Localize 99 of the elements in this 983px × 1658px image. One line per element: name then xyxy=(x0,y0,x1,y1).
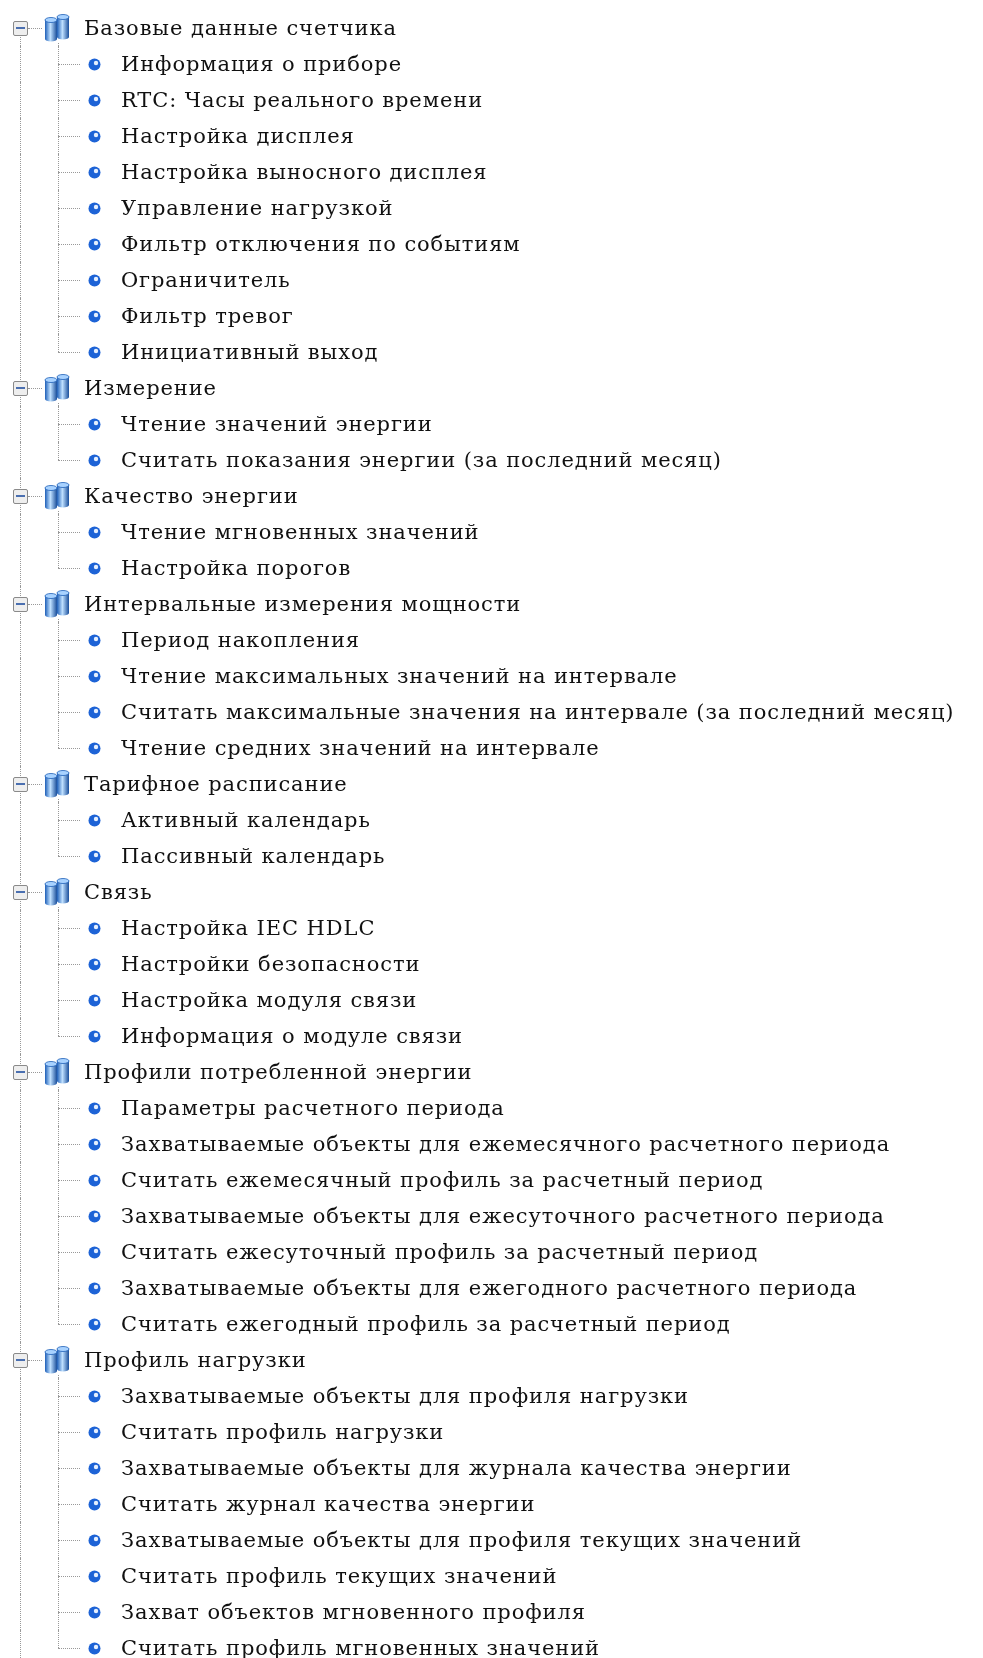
bullet-icon xyxy=(88,1497,101,1511)
bullet-icon xyxy=(88,1641,101,1655)
tree-item-label[interactable]: Фильтр отключения по событиям xyxy=(121,232,521,256)
tree-item-label[interactable]: Настройка выносного дисплея xyxy=(121,160,488,184)
tree-item-label[interactable]: Чтение значений энергии xyxy=(121,412,433,436)
bullet-icon xyxy=(88,1425,101,1439)
tree-item-label[interactable]: Считать журнал качества энергии xyxy=(121,1492,536,1516)
bullet-icon xyxy=(88,1461,101,1475)
bullet-icon xyxy=(88,921,101,935)
bullet-icon xyxy=(88,813,101,827)
bullet-icon xyxy=(88,525,101,539)
tree-item-label[interactable]: Настройка порогов xyxy=(121,556,352,580)
collapse-toggle[interactable] xyxy=(13,1064,28,1080)
database-icon xyxy=(42,770,72,798)
database-icon xyxy=(42,590,72,618)
tree-item-label[interactable]: Считать ежемесячный профиль за расчетный период xyxy=(121,1168,764,1192)
bullet-icon xyxy=(88,201,101,215)
tree-item-label[interactable]: Настройки безопасности xyxy=(121,952,421,976)
tree-item-label[interactable]: Фильтр тревог xyxy=(121,304,294,328)
database-icon xyxy=(42,482,72,510)
collapse-toggle[interactable] xyxy=(13,776,28,792)
tree-item-label[interactable]: Чтение максимальных значений на интервале xyxy=(121,664,678,688)
collapse-toggle[interactable] xyxy=(13,488,28,504)
tree-group-label[interactable]: Профили потребленной энергии xyxy=(84,1060,473,1084)
tree-item-label[interactable]: Ограничитель xyxy=(121,268,291,292)
tree-item-label[interactable]: Захватываемые объекты для профиля нагрузки xyxy=(121,1384,689,1408)
bullet-icon xyxy=(88,129,101,143)
tree-item-label[interactable]: Настройка дисплея xyxy=(121,124,355,148)
database-icon xyxy=(42,374,72,402)
tree-group-label[interactable]: Тарифное расписание xyxy=(84,772,348,796)
tree-group-label[interactable]: Интервальные измерения мощности xyxy=(84,592,522,616)
tree-item-label[interactable]: Захватываемые объекты для журнала качества энергии xyxy=(121,1456,792,1480)
bullet-icon xyxy=(88,165,101,179)
bullet-icon xyxy=(88,741,101,755)
tree-item-label[interactable]: Параметры расчетного периода xyxy=(121,1096,505,1120)
bullet-icon xyxy=(88,93,101,107)
bullet-icon xyxy=(88,849,101,863)
tree-item-label[interactable]: Считать максимальные значения на интервале (за последний месяц) xyxy=(121,700,955,724)
database-icon xyxy=(42,1346,72,1374)
bullet-icon xyxy=(88,1209,101,1223)
tree-item-label[interactable]: Считать профиль текущих значений xyxy=(121,1564,558,1588)
bullet-icon xyxy=(88,1101,101,1115)
tree-item-label[interactable]: Захват объектов мгновенного профиля xyxy=(121,1600,586,1624)
bullet-icon xyxy=(88,1029,101,1043)
bullet-icon xyxy=(88,1389,101,1403)
bullet-icon xyxy=(88,633,101,647)
tree-item-label[interactable]: Пассивный календарь xyxy=(121,844,386,868)
tree-group-label[interactable]: Профиль нагрузки xyxy=(84,1348,307,1372)
tree-group-label[interactable]: Качество энергии xyxy=(84,484,299,508)
bullet-icon xyxy=(88,1317,101,1331)
tree-item-label[interactable]: Захватываемые объекты для ежесуточного расчетного периода xyxy=(121,1204,885,1228)
bullet-icon xyxy=(88,345,101,359)
tree-item-label[interactable]: Настройка модуля связи xyxy=(121,988,418,1012)
bullet-icon xyxy=(88,1173,101,1187)
bullet-icon xyxy=(88,957,101,971)
bullet-icon xyxy=(88,237,101,251)
tree-item-label[interactable]: Считать профиль нагрузки xyxy=(121,1420,445,1444)
collapse-toggle[interactable] xyxy=(13,596,28,612)
tree-item-label[interactable]: Управление нагрузкой xyxy=(121,196,394,220)
collapse-toggle[interactable] xyxy=(13,380,28,396)
bullet-icon xyxy=(88,1533,101,1547)
bullet-icon xyxy=(88,561,101,575)
bullet-icon xyxy=(88,1569,101,1583)
bullet-icon xyxy=(88,417,101,431)
tree-item-label[interactable]: Информация о приборе xyxy=(121,52,403,76)
bullet-icon xyxy=(88,1281,101,1295)
tree-item-label[interactable]: Захватываемые объекты для профиля текущих значений xyxy=(121,1528,803,1552)
bullet-icon xyxy=(88,1605,101,1619)
bullet-icon xyxy=(88,57,101,71)
tree-item-label[interactable]: Настройка IEC HDLC xyxy=(121,916,376,940)
tree-item-label[interactable]: Инициативный выход xyxy=(121,340,379,364)
database-icon xyxy=(42,1058,72,1086)
database-icon xyxy=(42,14,72,42)
database-icon xyxy=(42,878,72,906)
collapse-toggle[interactable] xyxy=(13,884,28,900)
tree-group-label[interactable]: Связь xyxy=(84,880,153,904)
tree-group-label[interactable]: Измерение xyxy=(84,376,217,400)
tree-item-label[interactable]: Информация о модуле связи xyxy=(121,1024,463,1048)
tree-item-label[interactable]: Период накопления xyxy=(121,628,361,652)
tree-group-label[interactable]: Базовые данные счетчика xyxy=(84,16,397,40)
tree-item-label[interactable]: Захватываемые объекты для ежегодного расчетного периода xyxy=(121,1276,858,1300)
bullet-icon xyxy=(88,669,101,683)
tree-item-label[interactable]: Считать показания энергии (за последний месяц) xyxy=(121,448,722,472)
bullet-icon xyxy=(88,1137,101,1151)
bullet-icon xyxy=(88,273,101,287)
tree-item-label[interactable]: Захватываемые объекты для ежемесячного расчетного периода xyxy=(121,1132,891,1156)
tree-item-label[interactable]: Считать ежесуточный профиль за расчетный период xyxy=(121,1240,759,1264)
bullet-icon xyxy=(88,993,101,1007)
tree-item-label[interactable]: Чтение мгновенных значений xyxy=(121,520,480,544)
tree-item-label[interactable]: RTC: Часы реального времени xyxy=(121,88,484,112)
tree-item-label[interactable]: Активный календарь xyxy=(121,808,371,832)
bullet-icon xyxy=(88,1245,101,1259)
collapse-toggle[interactable] xyxy=(13,1352,28,1368)
bullet-icon xyxy=(88,453,101,467)
bullet-icon xyxy=(88,309,101,323)
tree-item-label[interactable]: Считать ежегодный профиль за расчетный период xyxy=(121,1312,731,1336)
collapse-toggle[interactable] xyxy=(13,20,28,36)
tree-item-label[interactable]: Чтение средних значений на интервале xyxy=(121,736,600,760)
bullet-icon xyxy=(88,705,101,719)
